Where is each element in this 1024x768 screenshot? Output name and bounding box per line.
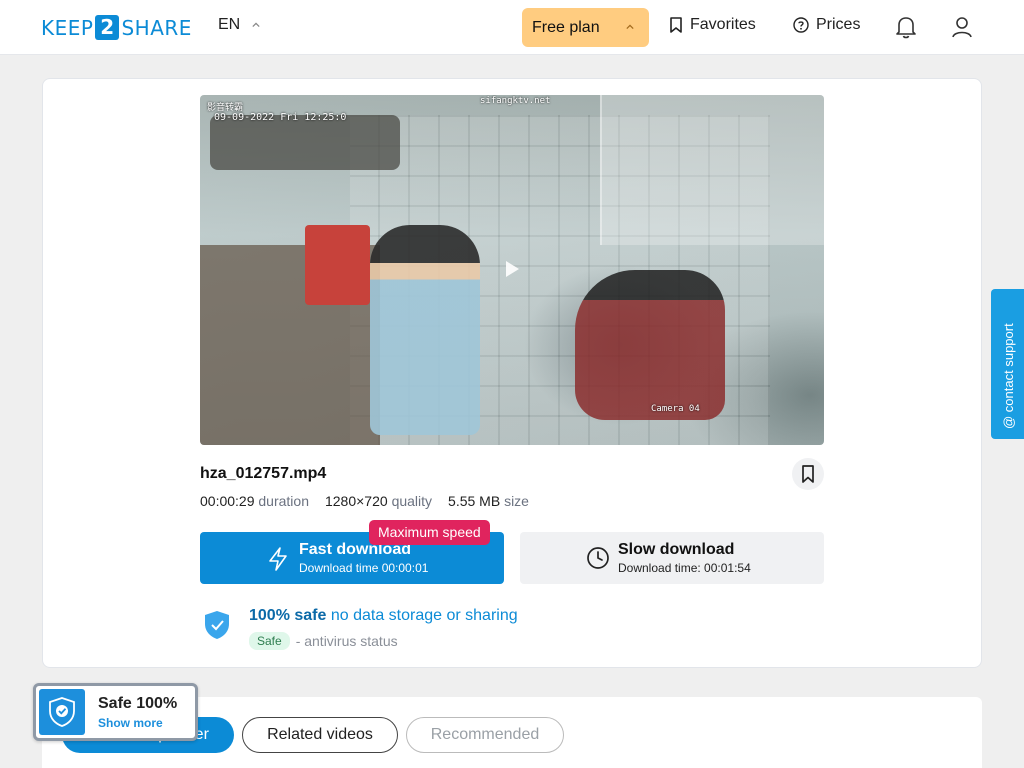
size-label: size: [504, 493, 529, 509]
antivirus-status-badge: Safe: [249, 632, 290, 650]
plan-dropdown-button[interactable]: Free plan: [522, 8, 649, 47]
file-name: hza_012757.mp4: [200, 465, 327, 482]
file-meta: 00:00:29 duration 1280×720 quality 5.55 …: [200, 493, 529, 509]
add-to-favorites-button[interactable]: [792, 458, 824, 490]
tab-related-videos[interactable]: Related videos: [242, 717, 398, 753]
chevron-up-icon: [252, 22, 260, 28]
user-icon: [952, 17, 972, 38]
favorites-label: Favorites: [690, 16, 756, 33]
safe-widget-show-more[interactable]: Show more: [98, 716, 163, 730]
video-overlay-site: sifangktv.net: [480, 96, 551, 106]
contact-support-label: @ contact support: [1001, 323, 1016, 429]
maximum-speed-badge: Maximum speed: [369, 520, 490, 545]
safe-widget-title: Safe 100%: [98, 695, 178, 712]
safety-headline: 100% safe no data storage or sharing: [249, 607, 518, 625]
slow-download-time: Download time: 00:01:54: [618, 561, 751, 575]
top-header: KEEP 2 SHARE EN Free plan Favorites Pric…: [0, 0, 1024, 55]
size-value: 5.55 MB: [448, 493, 501, 509]
chevron-up-icon: [626, 24, 634, 30]
video-frame-stool: [305, 225, 370, 305]
duration-value: 00:00:29: [200, 493, 255, 509]
meta-size: 5.55 MB size: [448, 493, 529, 509]
meta-duration: 00:00:29 duration: [200, 493, 309, 509]
meta-quality: 1280×720 quality: [325, 493, 432, 509]
shield-check-icon: [49, 697, 75, 727]
video-preview[interactable]: 影音转霸 09-09-2022 Fri 12:25:0 sifangktv.ne…: [200, 95, 824, 445]
quality-label: quality: [391, 493, 433, 509]
video-frame-bench: [210, 115, 400, 170]
quality-value: 1280×720: [324, 493, 388, 509]
slow-download-title: Slow download: [618, 541, 735, 558]
tab-label: Recommended: [430, 726, 540, 743]
antivirus-status: Safe - antivirus status: [249, 632, 398, 650]
clock-icon: [587, 547, 609, 569]
plan-label: Free plan: [532, 18, 600, 36]
video-frame-cabinet: [600, 95, 824, 245]
video-overlay-datetime: 09-09-2022 Fri 12:25:0: [214, 112, 347, 123]
site-logo[interactable]: KEEP 2 SHARE: [41, 15, 192, 40]
shield-icon-box: [39, 689, 85, 735]
duration-label: duration: [258, 493, 309, 509]
logo-text-mid: 2: [95, 15, 120, 40]
contact-support-tab[interactable]: @ contact support: [991, 289, 1024, 439]
fast-download-time: Download time 00:00:01: [299, 561, 429, 575]
bell-icon: [896, 17, 916, 39]
notifications-bell-button[interactable]: [894, 14, 918, 40]
bookmark-icon: [802, 465, 814, 483]
safety-headline-strong: 100% safe: [249, 607, 327, 624]
logo-text-left: KEEP: [41, 15, 94, 40]
bookmark-icon: [670, 17, 682, 33]
user-account-button[interactable]: [950, 14, 974, 40]
shield-check-icon: [205, 611, 229, 639]
video-overlay-camera: Camera 04: [651, 404, 700, 414]
logo-text-right: SHARE: [121, 15, 192, 40]
safe-badge-widget[interactable]: Safe 100% Show more: [33, 683, 198, 741]
favorites-link[interactable]: Favorites: [669, 16, 756, 34]
prices-label: Prices: [816, 16, 861, 33]
tab-recommended[interactable]: Recommended: [406, 717, 564, 753]
help-circle-icon: [793, 17, 809, 33]
language-selector[interactable]: EN: [218, 16, 260, 34]
language-label: EN: [218, 16, 241, 33]
prices-link[interactable]: Prices: [793, 16, 860, 34]
tab-label: Related videos: [267, 726, 373, 743]
antivirus-status-text: - antivirus status: [295, 633, 398, 649]
slow-download-button[interactable]: Slow download Download time: 00:01:54: [520, 532, 824, 584]
video-frame-person: [575, 270, 725, 420]
play-icon[interactable]: [506, 261, 519, 277]
lightning-icon: [269, 547, 287, 571]
video-frame-person: [370, 225, 480, 435]
safety-headline-rest: no data storage or sharing: [330, 607, 518, 624]
